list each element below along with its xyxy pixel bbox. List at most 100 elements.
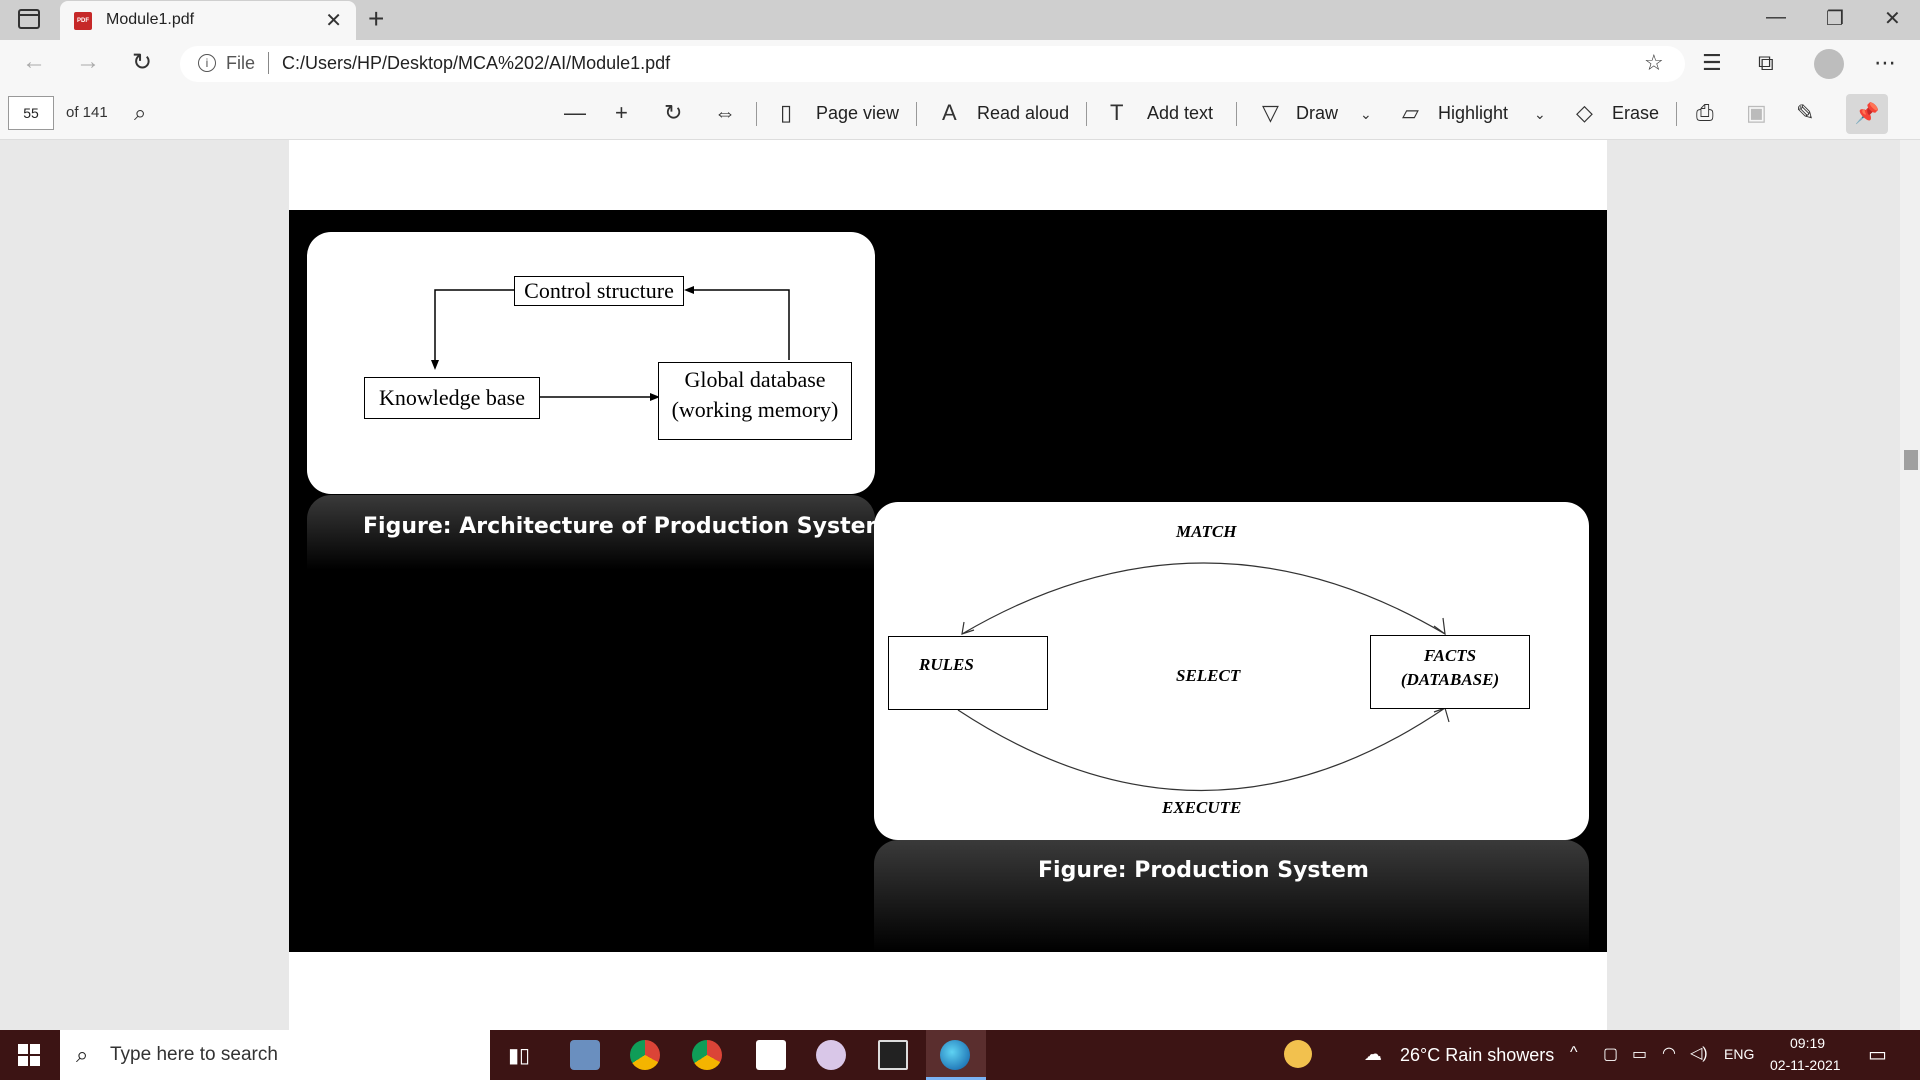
chrome-icon[interactable] [630,1040,660,1070]
language-indicator[interactable]: ENG [1724,1046,1754,1062]
url-divider [268,52,269,74]
toolbar-divider [1236,102,1237,126]
battery-icon[interactable]: ▭ [1632,1044,1647,1064]
read-aloud-button[interactable]: Read aloud [977,103,1069,124]
app-icon[interactable] [570,1040,600,1070]
tab-title: Module1.pdf [106,11,195,28]
address-bar: ← → ↻ i File C:/Users/HP/Desktop/MCA%202… [0,40,1920,88]
info-icon[interactable]: i [198,54,216,72]
eraser-icon[interactable]: ◇ [1576,100,1593,126]
back-icon[interactable]: ← [22,48,46,76]
slide-image: Control structure Knowledge base Global … [289,210,1607,952]
add-favorite-icon[interactable]: ☆ [1644,50,1664,76]
production-system-caption: Figure: Production System [1038,858,1369,883]
page-number-input[interactable]: 55 [8,96,54,130]
architecture-caption: Figure: Architecture of Production Syste… [363,514,889,539]
title-bar: PDF Module1.pdf ✕ + — ❐ ✕ [0,0,1920,40]
facts-box: FACTS (DATABASE) [1370,635,1530,709]
pdf-file-icon: PDF [74,12,92,30]
app-icon[interactable] [816,1040,846,1070]
erase-button[interactable]: Erase [1612,103,1659,124]
taskbar: ⌕ Type here to search ▮▯ ☁ 26°C Rain sho… [0,1030,1920,1080]
show-hidden-icons[interactable]: ^ [1570,1044,1578,1062]
select-label: SELECT [1176,666,1241,685]
figure-reflection [874,840,1589,952]
chrome-profile-icon[interactable] [692,1040,722,1070]
read-aloud-icon[interactable]: A [942,100,957,126]
chevron-down-icon[interactable]: ⌄ [1534,106,1546,123]
architecture-figure: Control structure Knowledge base Global … [307,232,875,494]
draw-button[interactable]: Draw [1296,103,1338,124]
taskbar-search[interactable]: ⌕ Type here to search [60,1030,490,1080]
add-text-icon[interactable]: T [1110,100,1123,126]
collections-icon[interactable]: ⧉ [1758,50,1774,76]
zoom-out-icon[interactable]: — [564,100,586,126]
pdf-toolbar: 55 of 141 ⌕ — + ↻ ⇔ ▯ Page view A Read a… [0,88,1920,140]
scroll-thumb[interactable] [1904,450,1918,470]
windows-start-icon[interactable] [18,1044,40,1066]
execute-label: EXECUTE [1162,798,1242,817]
tab-module1[interactable]: PDF Module1.pdf ✕ [60,1,356,40]
device-icon[interactable]: ▢ [1603,1044,1618,1064]
toolbar-divider [1676,102,1677,126]
close-window-icon[interactable]: ✕ [1884,6,1901,31]
add-text-button[interactable]: Add text [1147,103,1213,124]
url-text[interactable]: C:/Users/HP/Desktop/MCA%202/AI/Module1.p… [282,53,670,74]
more-icon[interactable]: ⋯ [1874,50,1896,76]
page-count: of 141 [66,104,108,121]
forward-icon[interactable]: → [76,48,100,76]
tab-actions-icon[interactable] [18,9,40,29]
rules-label: RULES [919,655,974,674]
save-icon[interactable]: ▣ [1746,100,1767,126]
rules-box: RULES [888,636,1048,710]
search-placeholder: Type here to search [110,1044,278,1065]
search-icon: ⌕ [76,1042,89,1067]
save-as-icon[interactable]: ✎ [1796,100,1814,126]
zoom-in-icon[interactable]: + [615,100,628,126]
search-icon[interactable]: ⌕ [134,100,146,126]
refresh-icon[interactable]: ↻ [132,48,152,77]
production-system-figure: MATCH SELECT EXECUTE RULES FACTS (DATABA… [874,502,1589,840]
weather-text[interactable]: 26°C Rain showers [1400,1045,1554,1066]
page-view-icon[interactable]: ▯ [780,100,792,126]
task-view-icon[interactable]: ▮▯ [508,1043,530,1068]
facts-label-line1: FACTS [1423,646,1477,665]
clock-time[interactable]: 09:19 [1790,1035,1825,1051]
toolbar-divider [916,102,917,126]
restore-icon[interactable]: ❐ [1826,6,1844,31]
rotate-icon[interactable]: ↻ [664,100,682,126]
pin-toolbar-icon[interactable]: 📌 [1846,94,1888,134]
chevron-down-icon[interactable]: ⌄ [1360,106,1372,123]
highlight-button[interactable]: Highlight [1438,103,1508,124]
global-database-box: Global database (working memory) [658,362,852,440]
volume-icon[interactable]: ◁) [1690,1043,1708,1063]
toolbar-divider [1086,102,1087,126]
toolbar-divider [756,102,757,126]
draw-icon[interactable]: ▽ [1262,100,1279,126]
minimize-icon[interactable]: — [1766,6,1786,29]
control-structure-box: Control structure [514,276,684,306]
terminal-icon[interactable] [878,1040,908,1070]
global-database-line2: (working memory) [671,397,839,422]
clock-date[interactable]: 02-11-2021 [1770,1057,1841,1073]
edge-icon [940,1040,970,1070]
facts-label-line2: (DATABASE) [1400,670,1500,689]
url-field[interactable]: i File C:/Users/HP/Desktop/MCA%202/AI/Mo… [180,46,1685,82]
highlight-icon[interactable]: ▱ [1402,100,1419,126]
page-view-button[interactable]: Page view [816,103,899,124]
close-tab-icon[interactable]: ✕ [325,8,342,33]
wifi-icon[interactable]: ◠ [1662,1043,1676,1063]
notifications-icon[interactable]: ▭ [1868,1042,1887,1067]
vertical-scrollbar[interactable] [1900,140,1920,1030]
scheme-label: File [226,53,256,73]
favorites-icon[interactable]: ☰ [1702,50,1722,76]
profile-avatar[interactable] [1814,49,1844,79]
help-icon[interactable] [1284,1040,1312,1068]
mongodb-icon[interactable] [756,1040,786,1070]
fit-width-icon[interactable]: ⇔ [714,100,736,126]
weather-icon[interactable]: ☁ [1364,1044,1382,1065]
print-icon[interactable]: ⎙ [1696,100,1714,126]
new-tab-icon[interactable]: + [368,3,384,35]
match-label: MATCH [1176,522,1237,541]
edge-taskbar-button[interactable] [926,1030,986,1080]
